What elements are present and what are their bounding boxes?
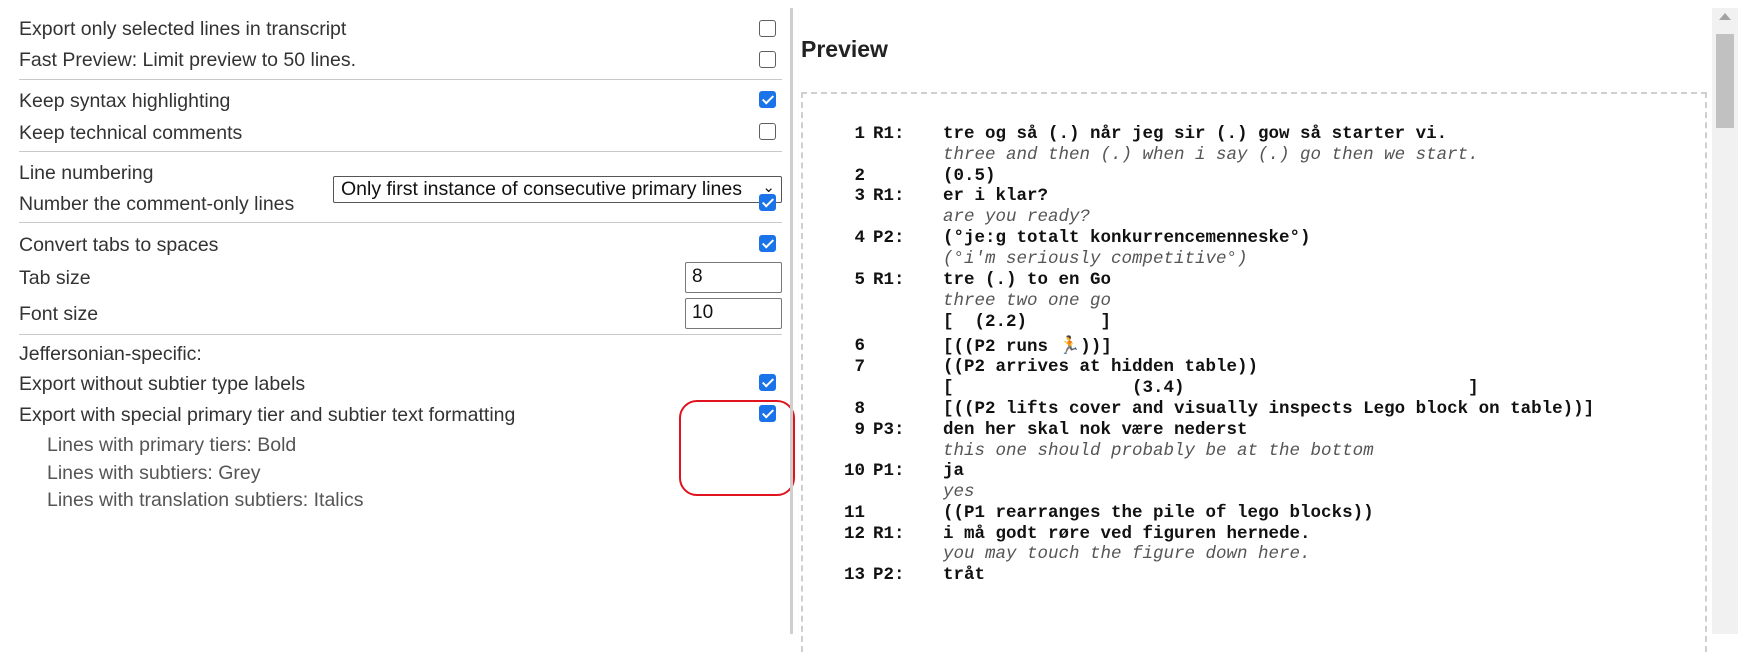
transcript-text: (0.5) — [943, 166, 996, 186]
line-number: 9 — [854, 420, 865, 440]
line-number: 13 — [843, 565, 865, 585]
scroll-thumb[interactable] — [1716, 34, 1734, 128]
special-formatting-label: Export with special primary tier and sub… — [19, 404, 516, 426]
fast-preview-label: Fast Preview: Limit preview to 50 lines. — [19, 49, 357, 71]
tab-size-label: Tab size — [19, 267, 91, 289]
line-number: 12 — [843, 524, 865, 544]
transcript-text: (°je:g totalt konkurrencemenneske°) — [943, 228, 1311, 248]
font-size-label: Font size — [19, 303, 99, 325]
no-subtier-labels-label: Export without subtier type labels — [19, 373, 306, 395]
line-number: 3 — [854, 186, 865, 206]
translation-text: this one should probably be at the botto… — [943, 441, 1374, 461]
number-comment-lines-checkbox[interactable] — [759, 194, 776, 211]
keep-syntax-label: Keep syntax highlighting — [19, 90, 231, 112]
export-selected-label: Export only selected lines in transcript — [19, 18, 347, 40]
number-comment-lines-label: Number the comment-only lines — [19, 193, 295, 215]
convert-tabs-label: Convert tabs to spaces — [19, 234, 219, 256]
transcript-text: [((P2 lifts cover and visually inspects … — [943, 399, 1595, 419]
translation-text: (°i'm seriously competitive°) — [943, 249, 1248, 269]
speaker-label: R1: — [873, 124, 905, 144]
transcript-text: tråt — [943, 565, 986, 585]
line-number: 10 — [843, 461, 865, 481]
translation-text: are you ready? — [943, 207, 1091, 227]
keep-comments-checkbox[interactable] — [759, 123, 776, 140]
fast-preview-checkbox[interactable] — [759, 51, 776, 68]
line-number: 7 — [854, 357, 865, 377]
line-numbering-label: Line numbering — [19, 162, 154, 184]
speaker-label: P2: — [873, 228, 905, 248]
red-highlight-annotation — [679, 400, 795, 496]
tab-size-input[interactable]: 8 — [685, 262, 782, 293]
speaker-label: R1: — [873, 186, 905, 206]
preview-title: Preview — [801, 36, 888, 62]
speaker-label: R1: — [873, 270, 905, 290]
line-number: 1 — [854, 124, 865, 144]
no-subtier-labels-checkbox[interactable] — [759, 374, 776, 391]
divider-line — [19, 151, 782, 152]
keep-comments-label: Keep technical comments — [19, 122, 243, 144]
speaker-label: P3: — [873, 420, 905, 440]
preview-panel: Preview 1 R1: tre og så (.) når jeg sir (.… — [793, 0, 1738, 652]
line-numbering-select[interactable]: Only first instance of consecutive prima… — [333, 176, 782, 203]
line-number: 6 — [854, 336, 865, 356]
font-size-input[interactable]: 10 — [685, 298, 782, 329]
speaker-label: R1: — [873, 524, 905, 544]
scroll-up-arrow-icon[interactable] — [1719, 13, 1731, 20]
transcript-text: [ (3.4) ] — [943, 378, 1479, 398]
transcript-text: er i klar? — [943, 186, 1049, 206]
transcript-text: tre og så (.) når jeg sir (.) gow så sta… — [943, 124, 1448, 144]
speaker-label: P1: — [873, 461, 905, 481]
transcript-text: den her skal nok være nederst — [943, 420, 1248, 440]
translation-text: three and then (.) when i say (.) go the… — [943, 145, 1479, 165]
divider-line — [19, 79, 782, 80]
subtier-grey-note: Lines with subtiers: Grey — [47, 462, 261, 484]
export-selected-checkbox[interactable] — [759, 20, 776, 37]
jeffersonian-header: Jeffersonian-specific: — [19, 343, 202, 365]
export-options-panel: Export only selected lines in transcript… — [0, 0, 795, 634]
translation-text: yes — [943, 482, 975, 502]
transcript-text: [ (2.2) ] — [943, 312, 1112, 332]
vertical-scrollbar[interactable] — [1712, 8, 1738, 634]
transcript-text: tre (.) to en Go — [943, 270, 1112, 290]
transcript-text: [((P2 runs 🏃))] — [943, 337, 1112, 357]
keep-syntax-checkbox[interactable] — [759, 91, 776, 108]
transcript-text: ((P2 arrives at hidden table)) — [943, 357, 1259, 377]
translation-text: three two one go — [943, 291, 1112, 311]
line-number: 11 — [843, 503, 865, 523]
translation-italics-note: Lines with translation subtiers: Italics — [47, 489, 364, 511]
translation-text: you may touch the figure down here. — [943, 544, 1311, 564]
line-number: 2 — [854, 166, 865, 186]
line-number: 5 — [854, 270, 865, 290]
preview-box: 1 R1: tre og så (.) når jeg sir (.) gow så… — [801, 92, 1707, 652]
line-numbering-value: Only first instance of consecutive prima… — [341, 178, 742, 200]
divider-line — [19, 334, 782, 335]
line-number: 8 — [854, 399, 865, 419]
divider-line — [19, 222, 782, 223]
speaker-label: P2: — [873, 565, 905, 585]
transcript-text: i må godt røre ved figuren hernede. — [943, 524, 1311, 544]
line-number: 4 — [854, 228, 865, 248]
transcript-text: ja — [943, 461, 965, 481]
primary-bold-note: Lines with primary tiers: Bold — [47, 434, 297, 456]
transcript-text: ((P1 rearranges the pile of lego blocks)… — [943, 503, 1374, 523]
convert-tabs-checkbox[interactable] — [759, 235, 776, 252]
